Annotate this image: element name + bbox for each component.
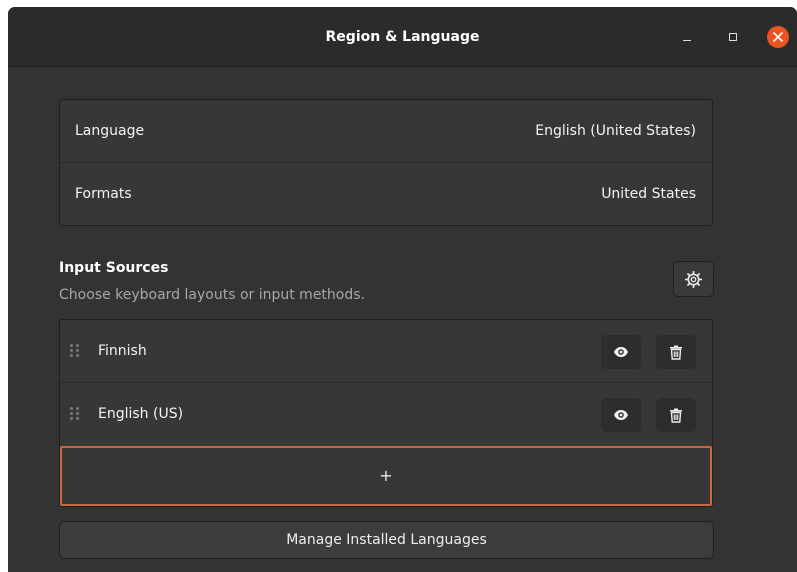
input-source-label: English (US) [98, 406, 184, 422]
close-button[interactable] [767, 26, 789, 48]
language-value: English (United States) [535, 123, 696, 139]
remove-input-source-button[interactable] [656, 335, 696, 369]
drag-handle-icon[interactable] [70, 407, 80, 421]
formats-label: Formats [75, 186, 132, 202]
input-source-options-button[interactable] [673, 261, 714, 297]
header-bar: Region & Language [8, 7, 797, 67]
trash-icon [670, 345, 682, 360]
input-source-row-english-us[interactable]: English (US) [60, 382, 712, 444]
eye-icon [614, 410, 628, 420]
gear-icon [685, 271, 702, 288]
settings-window: Region & Language Language English (Unit… [8, 7, 797, 572]
show-layout-button[interactable] [601, 335, 641, 369]
input-sources-heading: Input Sources [59, 260, 169, 276]
formats-row[interactable]: Formats United States [60, 162, 712, 224]
formats-value: United States [601, 186, 696, 202]
minimize-button[interactable] [676, 26, 698, 48]
language-label: Language [75, 123, 145, 139]
remove-input-source-button[interactable] [656, 398, 696, 432]
input-source-label: Finnish [98, 343, 147, 359]
drag-handle-icon[interactable] [70, 344, 80, 358]
maximize-button[interactable] [722, 26, 744, 48]
plus-icon: + [379, 466, 393, 485]
input-sources-description: Choose keyboard layouts or input methods… [59, 287, 365, 303]
close-icon [773, 32, 783, 42]
locale-list: Language English (United States) Formats… [59, 99, 713, 226]
language-row[interactable]: Language English (United States) [60, 100, 712, 162]
show-layout-button[interactable] [601, 398, 641, 432]
manage-installed-languages-button[interactable]: Manage Installed Languages [59, 521, 714, 559]
trash-icon [670, 408, 682, 423]
input-source-row-finnish[interactable]: Finnish [60, 320, 712, 382]
eye-icon [614, 347, 628, 357]
add-input-source-button[interactable]: + [60, 446, 712, 506]
